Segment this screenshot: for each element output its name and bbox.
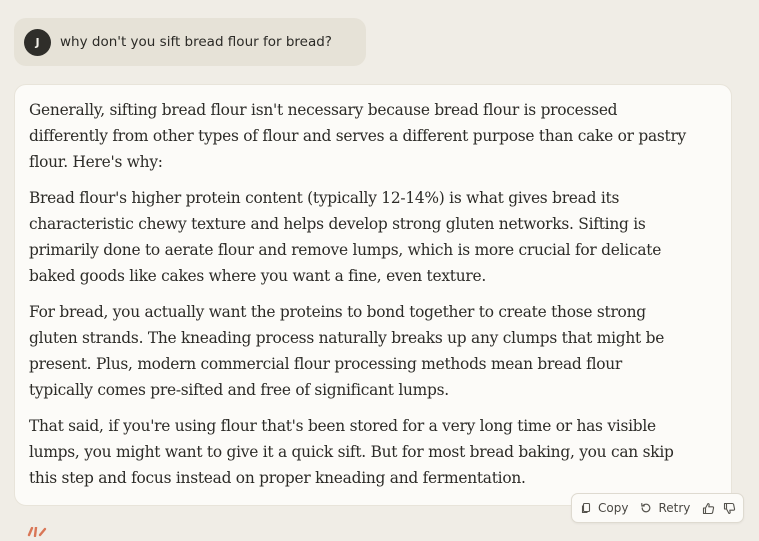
user-message: J why don't you sift bread flour for bre… [14,18,366,66]
assistant-response: Generally, sifting bread flour isn't nec… [14,84,732,506]
response-paragraph: For bread, you actually want the protein… [29,303,665,399]
response-paragraph: Generally, sifting bread flour isn't nec… [29,101,687,171]
copy-label: Copy [598,501,629,515]
copy-button[interactable]: Copy [580,501,628,515]
response-paragraph: Bread flour's higher protein content (ty… [29,189,662,285]
thumbs-up-icon [702,502,715,515]
thumbs-down-icon [723,502,736,515]
retry-icon [640,502,652,514]
message-actions-toolbar: Copy Retry [571,493,745,523]
user-avatar: J [24,28,51,56]
retry-button[interactable]: Retry [640,501,690,515]
response-paragraph: That said, if you're using flour that's … [29,417,674,487]
user-message-text: why don't you sift bread flour for bread… [60,34,332,50]
retry-label: Retry [658,501,691,515]
thumbs-down-button[interactable] [723,502,736,515]
copy-icon [580,502,592,514]
thumbs-up-button[interactable] [702,502,715,515]
